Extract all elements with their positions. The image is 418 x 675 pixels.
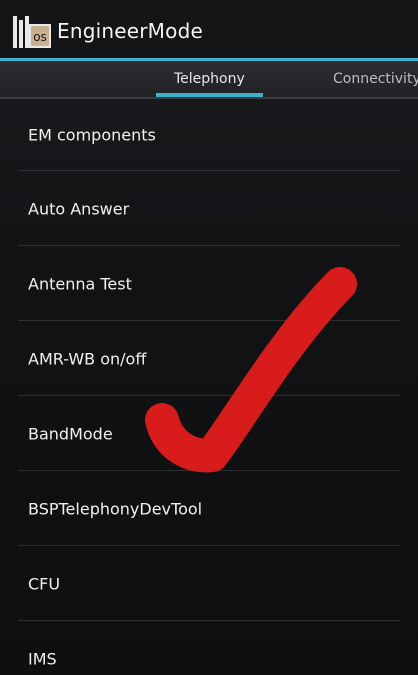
list-item-auto-answer[interactable]: Auto Answer [0, 171, 418, 246]
list-item-cfu[interactable]: CFU [0, 546, 418, 621]
list-item-label: Auto Answer [28, 199, 130, 218]
tab-telephony[interactable]: Telephony [174, 70, 245, 88]
list-item-ims[interactable]: IMS [0, 621, 418, 675]
list-item-label: Antenna Test [28, 274, 132, 293]
list-item-amr-wb[interactable]: AMR-WB on/off [0, 321, 418, 396]
tab-connectivity[interactable]: Connectivity [333, 70, 418, 88]
telephony-settings-list: EM components Auto Answer Antenna Test A… [0, 99, 418, 675]
list-item-bsp-telephony-dev-tool[interactable]: BSPTelephonyDevTool [0, 471, 418, 546]
tab-strip: Telephony Connectivity [0, 61, 418, 98]
list-item-antenna-test[interactable]: Antenna Test [0, 246, 418, 321]
engineer-mode-screen: os EngineerMode Telephony Connectivity E… [0, 0, 418, 675]
list-item-em-components[interactable]: EM components [0, 99, 418, 171]
list-item-label: IMS [28, 649, 57, 668]
action-bar: os EngineerMode [0, 0, 418, 58]
list-item-label: CFU [28, 574, 61, 593]
list-item-label: BandMode [28, 424, 113, 443]
app-icon-text: os [33, 30, 47, 44]
list-item-label: BSPTelephonyDevTool [28, 499, 203, 518]
list-item-label: EM components [28, 125, 156, 145]
app-title: EngineerMode [57, 19, 203, 43]
engineer-mode-app-icon[interactable]: os [12, 14, 52, 50]
list-item-label: AMR-WB on/off [28, 349, 147, 368]
list-item-bandmode[interactable]: BandMode [0, 396, 418, 471]
